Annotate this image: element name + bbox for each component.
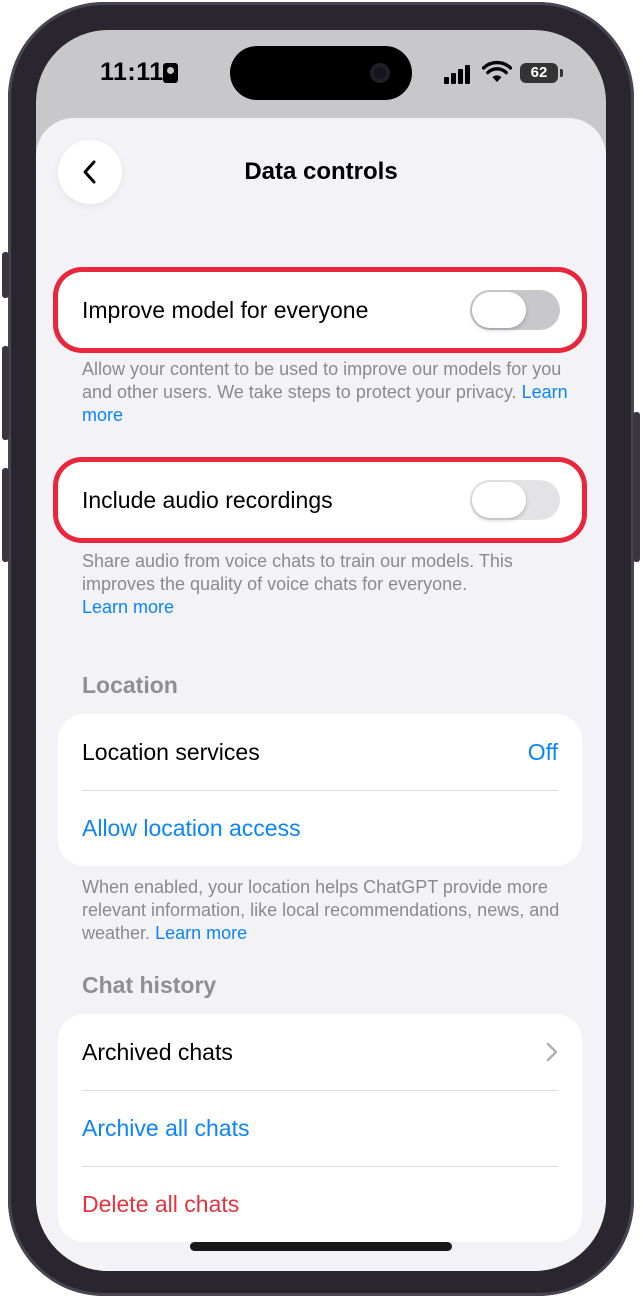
delete-all-chats-label: Delete all chats	[82, 1191, 240, 1217]
chat-history-group: Archived chats Archive all chats Delete …	[58, 1014, 582, 1242]
improve-model-row: Improve model for everyone	[58, 272, 582, 348]
location-services-value: Off	[527, 739, 558, 765]
contact-card-icon	[163, 63, 178, 83]
audio-recordings-row: Include audio recordings	[58, 462, 582, 538]
wifi-icon	[482, 60, 512, 82]
screen: 11:11 62 Data controls Improve model for…	[36, 30, 606, 1271]
archived-chats-row[interactable]: Archived chats	[58, 1014, 582, 1090]
volume-up-button	[2, 346, 9, 440]
toggle-knob	[472, 292, 526, 328]
audio-recordings-toggle[interactable]	[470, 480, 560, 520]
improve-model-footnote: Allow your content to be used to improve…	[82, 358, 572, 427]
audio-recordings-learn-more-link[interactable]: Learn more	[82, 597, 174, 617]
volume-down-button	[2, 468, 9, 562]
toggle-knob	[472, 482, 526, 518]
battery-cap	[560, 69, 563, 77]
improve-model-label: Improve model for everyone	[82, 297, 369, 323]
allow-location-access-button[interactable]: Allow location access	[58, 790, 582, 866]
location-learn-more-link[interactable]: Learn more	[155, 923, 247, 943]
status-bar: 11:11 62	[36, 30, 606, 120]
location-services-label: Location services	[82, 739, 260, 765]
allow-location-access-label: Allow location access	[82, 815, 301, 841]
front-camera	[370, 63, 390, 83]
location-footnote-text: When enabled, your location helps ChatGP…	[82, 877, 560, 943]
audio-recordings-footnote: Share audio from voice chats to train ou…	[82, 550, 572, 619]
chat-history-section-header: Chat history	[82, 972, 217, 998]
delete-all-chats-button[interactable]: Delete all chats	[58, 1166, 582, 1242]
audio-recordings-footnote-text: Share audio from voice chats to train ou…	[82, 551, 513, 594]
home-indicator[interactable]	[190, 1242, 452, 1251]
location-footnote: When enabled, your location helps ChatGP…	[82, 876, 572, 945]
improve-model-footnote-text: Allow your content to be used to improve…	[82, 359, 562, 402]
page-title: Data controls	[244, 158, 398, 185]
dynamic-island	[230, 46, 412, 100]
action-button	[2, 252, 9, 298]
location-group: Location services Off Allow location acc…	[58, 714, 582, 866]
data-controls-sheet: Data controls Improve model for everyone…	[36, 118, 606, 1271]
improve-model-toggle[interactable]	[470, 290, 560, 330]
archive-all-chats-button[interactable]: Archive all chats	[58, 1090, 582, 1166]
audio-recordings-label: Include audio recordings	[82, 487, 333, 513]
power-button	[633, 412, 640, 562]
archive-all-chats-label: Archive all chats	[82, 1115, 250, 1141]
battery-icon: 62	[520, 63, 558, 83]
status-time: 11:11	[100, 58, 164, 86]
location-section-header: Location	[82, 672, 178, 698]
chevron-right-icon	[546, 1042, 558, 1062]
location-services-row[interactable]: Location services Off	[58, 714, 582, 790]
archived-chats-label: Archived chats	[82, 1039, 233, 1065]
